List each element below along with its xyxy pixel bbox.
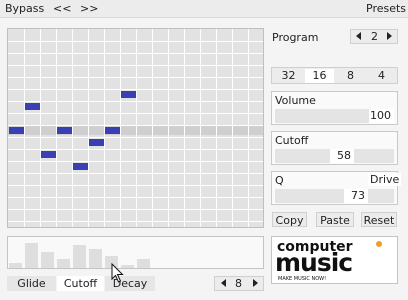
- decrement-arrow-icon[interactable]: [221, 279, 226, 287]
- steps-value: 8: [235, 277, 242, 290]
- grid-row-line: [8, 161, 263, 162]
- step-sequencer-grid[interactable]: [7, 28, 264, 228]
- bypass-button[interactable]: Bypass: [5, 2, 44, 15]
- grid-row-line: [8, 53, 263, 54]
- q-slider-track[interactable]: [275, 189, 394, 203]
- paste-button[interactable]: Paste: [316, 212, 354, 227]
- cutoff-label: Cutoff: [275, 134, 309, 147]
- q-label: Q: [275, 174, 284, 187]
- program-label: Program: [272, 31, 319, 44]
- mouse-cursor-icon: [111, 263, 124, 283]
- drive-toggle[interactable]: Drive: [368, 173, 402, 186]
- note-cell[interactable]: [121, 91, 136, 98]
- grid-row-line: [8, 41, 263, 42]
- logo-tagline: MAKE MUSIC NOW!: [278, 276, 327, 282]
- logo-accent-dot: [376, 241, 382, 247]
- computer-music-logo: computer music MAKE MUSIC NOW!: [271, 236, 398, 284]
- tab-glide[interactable]: Glide: [7, 276, 56, 291]
- prev-preset-button[interactable]: <<: [53, 2, 71, 15]
- tab-cutoff[interactable]: Cutoff: [57, 276, 104, 291]
- lane-tabs: Glide Cutoff Decay: [7, 276, 207, 291]
- grid-row-line: [8, 197, 263, 198]
- resolution-option[interactable]: 32: [274, 69, 303, 83]
- grid-row-line: [8, 209, 263, 210]
- lane-bar[interactable]: [89, 249, 102, 268]
- presets-menu[interactable]: Presets: [366, 2, 406, 15]
- cutoff-panel: Cutoff 58: [271, 131, 398, 165]
- grid-row-line: [8, 221, 263, 222]
- note-cell[interactable]: [9, 127, 24, 134]
- grid-row-line: [8, 101, 263, 102]
- lane-bar[interactable]: [57, 259, 70, 268]
- resolution-option[interactable]: 4: [367, 69, 396, 83]
- grid-row-line: [8, 185, 263, 186]
- q-panel: Q Drive 73: [271, 171, 402, 205]
- increment-arrow-icon[interactable]: [253, 279, 258, 287]
- resolution-option[interactable]: 8: [336, 69, 365, 83]
- volume-label: Volume: [275, 94, 316, 107]
- grid-row-line: [8, 89, 263, 90]
- note-cell[interactable]: [89, 139, 104, 146]
- note-cell[interactable]: [57, 127, 72, 134]
- cutoff-value[interactable]: 58: [330, 149, 354, 163]
- resolution-option-selected[interactable]: 16: [305, 69, 334, 83]
- resolution-selector: 32 16 8 4: [271, 67, 398, 84]
- volume-value[interactable]: 100: [369, 109, 394, 123]
- note-cell[interactable]: [73, 163, 88, 170]
- lane-bar[interactable]: [41, 252, 54, 268]
- next-preset-button[interactable]: >>: [80, 2, 98, 15]
- volume-panel: Volume 100: [271, 91, 398, 125]
- copy-button[interactable]: Copy: [272, 212, 307, 227]
- grid-row-line: [8, 173, 263, 174]
- q-value[interactable]: 73: [344, 189, 368, 203]
- grid-row-line: [8, 137, 263, 138]
- automation-lane[interactable]: [7, 236, 264, 269]
- lane-bar[interactable]: [137, 259, 150, 268]
- program-stepper[interactable]: 2: [350, 29, 398, 44]
- logo-line2: music: [275, 248, 353, 277]
- steps-stepper[interactable]: 8: [214, 276, 264, 291]
- top-toolbar: Bypass << >> Presets: [0, 0, 408, 18]
- note-cell[interactable]: [41, 151, 56, 158]
- note-cell[interactable]: [105, 127, 120, 134]
- lane-bar[interactable]: [25, 243, 38, 268]
- decrement-arrow-icon[interactable]: [356, 32, 361, 40]
- increment-arrow-icon[interactable]: [387, 32, 392, 40]
- reset-button[interactable]: Reset: [361, 212, 397, 227]
- note-cell[interactable]: [25, 103, 40, 110]
- grid-row-line: [8, 65, 263, 66]
- grid-row-line: [8, 125, 263, 126]
- grid-row-line: [8, 113, 263, 114]
- lane-bar[interactable]: [73, 245, 86, 268]
- program-value: 2: [371, 30, 378, 43]
- grid-row-line: [8, 77, 263, 78]
- lane-bar[interactable]: [9, 263, 22, 268]
- grid-row-line: [8, 149, 263, 150]
